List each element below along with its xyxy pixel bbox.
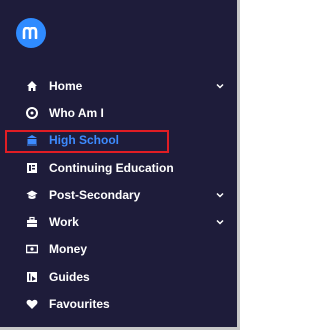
sidebar-item-label: Continuing Education (49, 160, 174, 175)
sidebar-item-label: Post-Secondary (49, 187, 141, 202)
sidebar-item-label: Home (49, 78, 83, 93)
sidebar: Home Who Am I High School Continuing Edu… (0, 0, 237, 327)
sidebar-item-label: Work (49, 215, 79, 230)
sidebar-item-money[interactable]: Money (0, 236, 237, 263)
app-logo[interactable] (16, 18, 46, 48)
briefcase-icon (26, 216, 38, 228)
sidebar-nav: Home Who Am I High School Continuing Edu… (0, 72, 237, 318)
sidebar-item-high-school[interactable]: High School (0, 127, 237, 154)
user-circle-icon (26, 106, 38, 119)
sidebar-item-label: Who Am I (49, 105, 104, 120)
sidebar-item-guides[interactable]: Guides (0, 263, 237, 290)
sidebar-item-label: Money (49, 242, 88, 257)
sidebar-item-label: High School (49, 133, 119, 148)
heart-icon (26, 298, 38, 310)
sidebar-item-work[interactable]: Work (0, 208, 237, 235)
home-icon (26, 80, 38, 92)
sidebar-item-favourites[interactable]: Favourites (0, 290, 237, 317)
school-icon (26, 134, 38, 146)
sidebar-item-who-am-i[interactable]: Who Am I (0, 99, 237, 126)
sidebar-item-post-secondary[interactable]: Post-Secondary (0, 181, 237, 208)
chevron-down-icon[interactable] (215, 217, 225, 227)
sidebar-item-home[interactable]: Home (0, 72, 237, 99)
sidebar-item-continuing-education[interactable]: Continuing Education (0, 154, 237, 181)
sidebar-item-label: Guides (49, 269, 90, 284)
money-icon (26, 243, 38, 255)
graduation-cap-icon (26, 189, 38, 201)
book-icon (26, 162, 38, 174)
guides-icon (26, 271, 38, 283)
chevron-down-icon[interactable] (215, 190, 225, 200)
logo-m-icon (22, 27, 38, 39)
chevron-down-icon[interactable] (215, 81, 225, 91)
sidebar-item-label: Favourites (49, 297, 110, 312)
